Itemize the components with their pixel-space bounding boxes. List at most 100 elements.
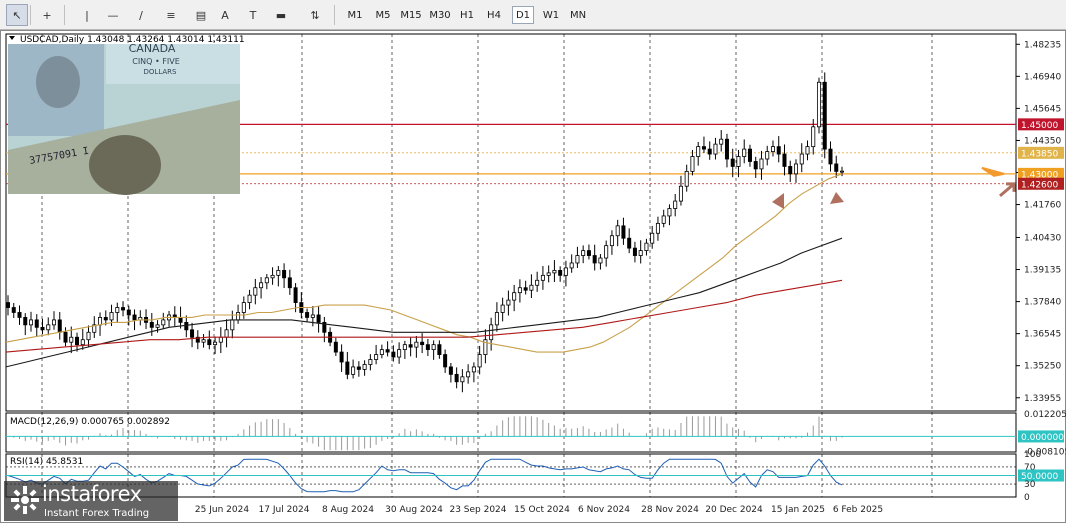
candle-body	[736, 156, 741, 167]
candle-body	[379, 349, 384, 355]
timeframe-d1[interactable]: D1	[512, 6, 534, 24]
candle-body	[782, 153, 787, 167]
candle-body	[241, 302, 246, 313]
candle-body	[546, 272, 551, 276]
candle-body	[75, 336, 80, 346]
date-tick-label: 6 Feb 2025	[833, 505, 883, 515]
candle-body	[310, 314, 315, 318]
logo-wordmark: instaforex	[42, 482, 142, 506]
candle-body	[638, 250, 643, 256]
candle-body	[34, 319, 39, 328]
candle-body	[305, 312, 310, 318]
franklin-portrait	[89, 135, 161, 195]
candle-body	[816, 81, 821, 128]
candle-body	[40, 326, 45, 331]
rsi-tick-label: 100	[1024, 450, 1041, 460]
candle-body	[52, 319, 57, 326]
candle-body	[121, 307, 126, 311]
crosshair-icon[interactable]: +	[36, 4, 58, 26]
candle-body	[627, 237, 632, 249]
timeframe-m30[interactable]: M30	[426, 6, 454, 24]
candle-body	[684, 170, 689, 187]
candle-body	[293, 287, 298, 303]
candle-body	[374, 354, 379, 360]
candle-body	[282, 269, 287, 279]
rectangle-icon[interactable]: ▬	[270, 4, 292, 26]
candle-body	[149, 321, 154, 328]
candle-body	[408, 344, 413, 348]
candle-body	[201, 339, 206, 343]
date-tick-label: 23 Sep 2024	[449, 505, 506, 515]
candle-body	[690, 156, 695, 172]
candle-body	[586, 250, 591, 256]
trendline-icon[interactable]: ∕	[130, 4, 152, 26]
candle-body	[460, 376, 465, 383]
candle-body	[362, 364, 367, 370]
candle-body	[730, 158, 735, 167]
candle-body	[523, 287, 528, 291]
candle-body	[437, 344, 442, 355]
macd-label: MACD(12,26,9) 0.000765 0.002892	[10, 417, 170, 427]
level-tag-label: 1.42600	[1021, 180, 1058, 190]
rsi-label: RSI(14) 45.8531	[10, 457, 83, 467]
cursor-icon[interactable]: ↖	[6, 4, 28, 26]
candle-body	[489, 324, 494, 341]
arrows-icon[interactable]: ⇅	[304, 4, 326, 26]
candle-body	[247, 294, 252, 303]
price-tick-label: 1.44350	[1024, 136, 1061, 146]
fibonacci-icon[interactable]: ≡	[160, 4, 182, 26]
candle-body	[581, 250, 586, 256]
banknote-caption: CINQ • FIVE	[132, 57, 180, 66]
toolbar: ↖ + | — ∕ ≡ ▤ A T ▬ ⇅ M1 M5 M15 M30 H1 H4 D1 W1 MN	[0, 0, 1066, 30]
candle-body	[207, 339, 212, 346]
text-label-icon[interactable]: T	[242, 4, 264, 26]
candle-body	[512, 292, 517, 301]
timeframe-h4[interactable]: H4	[482, 6, 506, 24]
candle-body	[707, 148, 712, 155]
date-tick-label: 15 Oct 2024	[514, 505, 570, 515]
candle-body	[673, 200, 678, 209]
candle-body	[535, 279, 540, 286]
candle-body	[224, 329, 229, 338]
timeframe-m5[interactable]: M5	[370, 6, 396, 24]
candle-body	[621, 225, 626, 239]
level-tag-label: 1.45000	[1021, 121, 1058, 131]
price-tick-label: 1.39135	[1024, 266, 1061, 276]
instaforex-mark-icon	[11, 486, 39, 514]
text-icon[interactable]: A	[214, 4, 236, 26]
canadian-portrait	[36, 56, 80, 108]
candle-body	[333, 341, 338, 353]
channel-icon[interactable]: ▤	[190, 4, 212, 26]
candle-body	[385, 349, 390, 353]
vertical-line-icon[interactable]: |	[76, 4, 98, 26]
timeframe-mn[interactable]: MN	[566, 6, 590, 24]
candle-body	[529, 284, 534, 291]
timeframe-m1[interactable]: M1	[344, 6, 366, 24]
timeframe-m15[interactable]: M15	[398, 6, 424, 24]
horizontal-line-icon[interactable]: —	[102, 4, 124, 26]
candle-body	[431, 344, 436, 351]
candle-body	[213, 341, 218, 346]
timeframe-h1[interactable]: H1	[456, 6, 478, 24]
date-tick-label: 8 Aug 2024	[322, 505, 374, 515]
candle-body	[184, 321, 189, 331]
candle-body	[678, 185, 683, 202]
timeframe-w1[interactable]: W1	[538, 6, 564, 24]
candle-body	[747, 148, 752, 162]
date-tick-label: 28 Nov 2024	[641, 505, 699, 515]
price-chart[interactable]: 25 Jun 2024 17 Jul 2024 8 Aug 2024 30 Aug 2…	[0, 30, 1066, 523]
candle-body	[724, 138, 729, 160]
rsi-tick-label: 0	[1024, 493, 1030, 503]
candle-body	[454, 373, 459, 383]
candle-body	[368, 359, 373, 365]
candle-body	[822, 81, 827, 150]
candle-body	[765, 151, 770, 160]
price-tick-label: 1.33955	[1024, 394, 1061, 404]
candle-body	[655, 222, 660, 234]
candle-body	[80, 339, 85, 346]
candle-body	[563, 267, 568, 276]
candle-body	[592, 255, 597, 264]
candle-body	[46, 324, 51, 331]
candle-body	[500, 304, 505, 313]
candle-body	[155, 324, 160, 328]
